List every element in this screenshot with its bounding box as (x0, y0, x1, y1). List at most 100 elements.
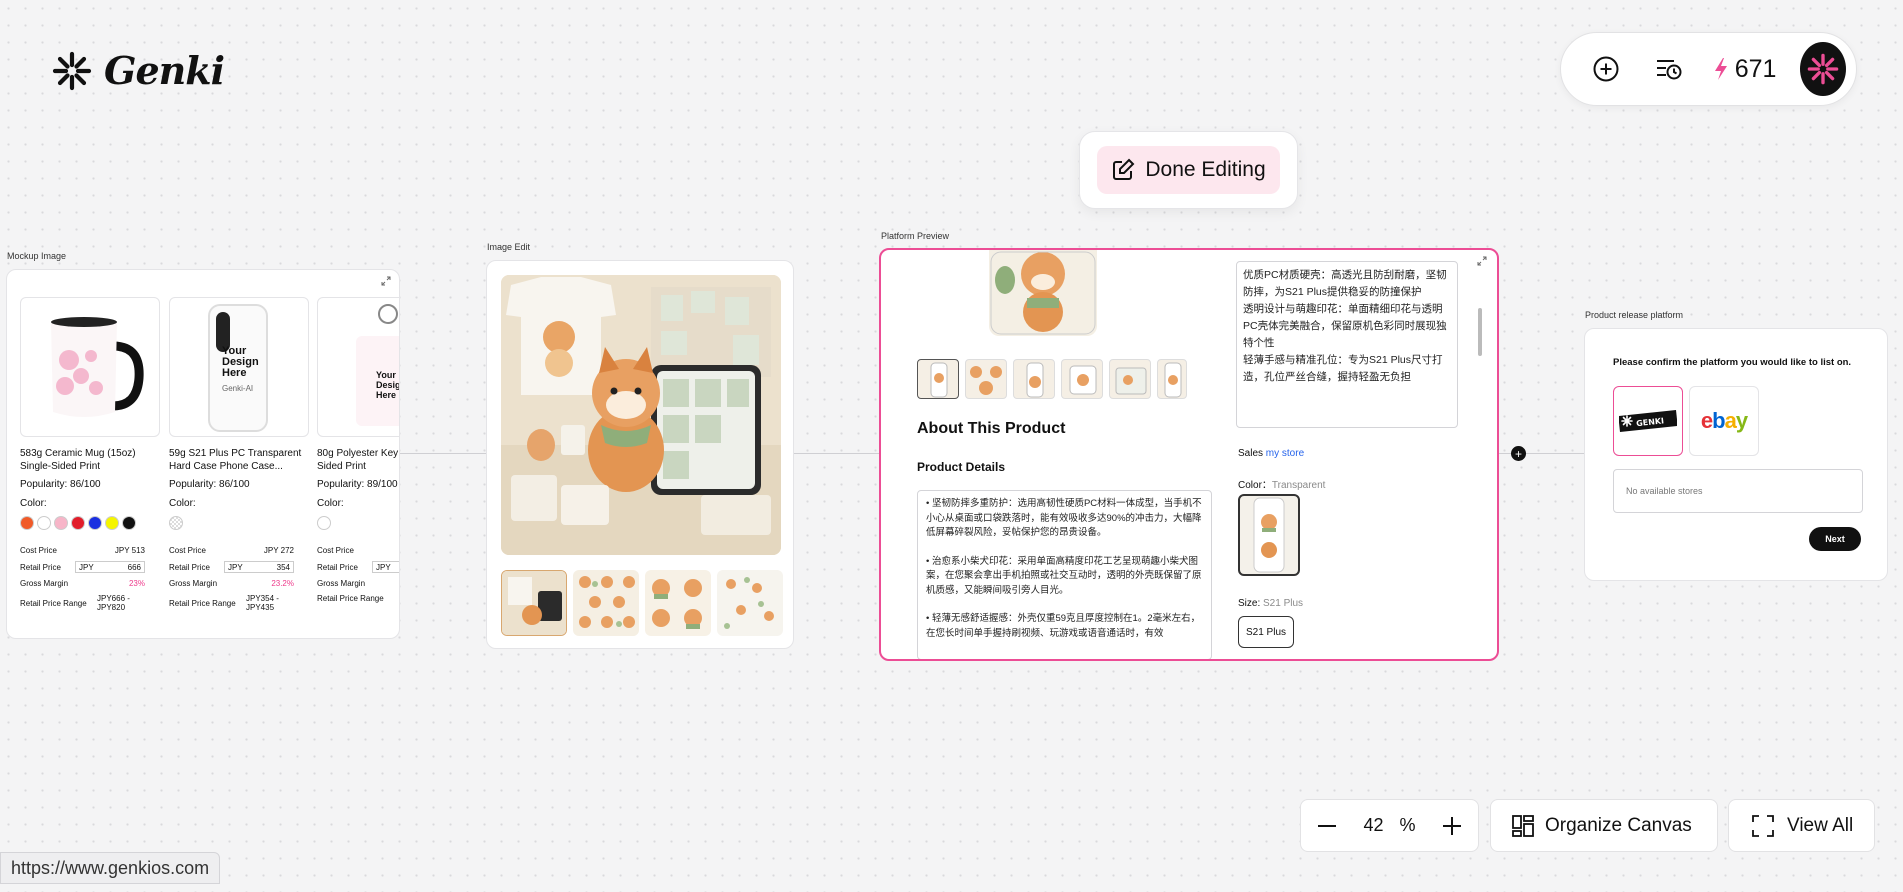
product-details-textarea[interactable]: • 坚韧防摔多重防护：选用高韧性硬质PC材料一体成型，当手机不小心从桌面或口袋跌… (917, 490, 1212, 659)
lightning-icon (1714, 58, 1727, 80)
product-image-keychain: Your Design Here (317, 297, 399, 437)
platform-option-genki[interactable]: GENKI (1613, 386, 1683, 456)
color-swatch[interactable] (122, 516, 136, 530)
minus-icon (1318, 824, 1336, 827)
product-card-phone-case[interactable]: Your Design Here Genki-AI 59g S21 Plus P… (169, 297, 309, 612)
size-option-s21-plus[interactable]: S21 Plus (1238, 616, 1294, 648)
app-logo[interactable]: Genki (52, 48, 225, 93)
product-card-keychain[interactable]: Your Design Here 80g Polyester Key Singl… (317, 297, 399, 603)
store-select[interactable]: No available stores (1613, 469, 1863, 513)
color-swatch[interactable] (54, 516, 68, 530)
retail-range-row: Retail Price Range (317, 594, 384, 603)
image-thumbnail-1[interactable] (501, 570, 567, 636)
status-bar-url: https://www.genkios.com (0, 852, 221, 884)
add-button[interactable] (1587, 46, 1626, 92)
preview-thumbnail-6[interactable] (1157, 359, 1187, 399)
genki-burst-icon (1807, 53, 1839, 85)
product-card-mug[interactable]: 583g Ceramic Mug (15oz) Single-Sided Pri… (20, 297, 160, 612)
product-name: 80g Polyester Key Single-Sided Print (317, 448, 399, 472)
retail-price-input[interactable]: JPY 666 (75, 561, 145, 573)
product-details-title: Product Details (917, 460, 1006, 474)
app-name: Genki (104, 48, 225, 93)
plus-icon (1442, 816, 1461, 835)
history-icon (1657, 60, 1682, 80)
gross-margin-row: Gross Margin 23.2% (169, 579, 294, 588)
done-editing-panel: Done Editing (1079, 131, 1298, 209)
view-all-button[interactable]: View All (1728, 799, 1875, 852)
color-swatch[interactable] (37, 516, 51, 530)
about-product-title: About This Product (917, 420, 1066, 437)
product-popularity: Popularity: 86/100 (169, 479, 250, 490)
expand-icon[interactable] (1477, 256, 1487, 266)
generated-image[interactable] (501, 275, 781, 555)
retail-price-row: Retail Price JPY (317, 561, 399, 573)
retail-price-input[interactable]: JPY 354 (224, 561, 294, 573)
description-line: 轻薄手感与精准孔位：专为S21 Plus尺寸打造，孔位严丝合缝，握持轻盈无负担 (1243, 354, 1443, 383)
product-image-phone-case: Your Design Here Genki-AI (169, 297, 309, 437)
release-platform-card: Please confirm the platform you would li… (1584, 328, 1888, 581)
main-product-image (989, 250, 1097, 336)
image-edit-card (486, 260, 794, 649)
zoom-value[interactable]: 42 (1363, 815, 1383, 836)
color-swatch[interactable] (105, 516, 119, 530)
preview-thumbnail-1[interactable] (917, 359, 959, 399)
edit-icon (1113, 158, 1135, 180)
image-thumbnail-3[interactable] (645, 570, 711, 636)
done-editing-label: Done Editing (1145, 158, 1266, 181)
fit-screen-icon (1752, 814, 1774, 837)
expand-icon[interactable] (381, 276, 391, 286)
swatch-white[interactable] (317, 516, 331, 530)
mockup-image-card: 583g Ceramic Mug (15oz) Single-Sided Pri… (6, 269, 400, 639)
image-thumbnail-4[interactable] (717, 570, 783, 636)
preview-thumbnail-4[interactable] (1061, 359, 1103, 399)
node-label-platform-preview: Platform Preview (881, 231, 950, 241)
organize-canvas-label: Organize Canvas (1545, 814, 1692, 836)
product-name: 59g S21 Plus PC Transparent Hard Case Ph… (169, 448, 302, 472)
my-store-link[interactable]: my store (1266, 448, 1304, 459)
node-label-release: Product release platform (1585, 310, 1684, 320)
genki-burst-icon (52, 51, 92, 90)
history-button[interactable] (1650, 46, 1689, 92)
retail-range-row: Retail Price Range JPY666 - JPY820 (20, 594, 130, 612)
product-description-textarea[interactable]: 优质PC材质硬壳：高透光且防刮耐磨，坚韧防摔，为S21 Plus提供稳妥的防撞保… (1236, 261, 1458, 428)
color-swatches (20, 516, 160, 530)
done-editing-button[interactable]: Done Editing (1097, 146, 1280, 194)
description-line: 透明设计与萌趣印花：单面精细印花与透明PC壳体完美融合，保留原机色彩同时展现独特… (1243, 303, 1447, 349)
connector (400, 453, 486, 454)
zoom-out-button[interactable] (1313, 812, 1341, 840)
zoom-in-button[interactable] (1438, 812, 1466, 840)
color-swatch[interactable] (20, 516, 34, 530)
preview-thumbnail-5[interactable] (1109, 359, 1151, 399)
sales-channel: Sales my store (1238, 448, 1305, 459)
color-option-transparent[interactable] (1238, 494, 1300, 576)
color-swatch[interactable] (88, 516, 102, 530)
retail-range-row: Retail Price Range JPY354 - JPY435 (169, 594, 279, 612)
add-node-button[interactable]: + (1511, 446, 1526, 461)
platform-option-ebay[interactable]: ebay (1689, 386, 1759, 456)
ebay-logo: ebay (1700, 408, 1748, 433)
avatar[interactable] (1800, 42, 1846, 96)
organize-canvas-button[interactable]: Organize Canvas (1490, 799, 1718, 852)
scrollbar[interactable] (1478, 308, 1482, 356)
product-popularity: Popularity: 86/100 (20, 479, 101, 490)
next-button[interactable]: Next (1809, 527, 1861, 551)
release-prompt: Please confirm the platform you would li… (1613, 357, 1852, 368)
product-popularity: Popularity: 89/100 (317, 479, 398, 490)
image-thumbnail-2[interactable] (573, 570, 639, 636)
cost-price-row: Cost Price JPY 272 (169, 546, 294, 555)
color-swatch[interactable] (71, 516, 85, 530)
product-image-mug (20, 297, 160, 437)
color-label: Color：Transparent (1238, 480, 1326, 491)
swatch-transparent[interactable] (169, 516, 183, 530)
gross-margin-row: Gross Margin 23% (20, 579, 145, 588)
size-label: Size: S21 Plus (1238, 598, 1304, 609)
retail-price-row: Retail Price JPY 666 (20, 561, 145, 573)
connector (794, 453, 879, 454)
preview-thumbnail-2[interactable] (965, 359, 1007, 399)
retail-price-input[interactable]: JPY (372, 561, 399, 573)
cost-price-row: Cost Price (317, 546, 354, 555)
credits-display[interactable]: 671 (1713, 55, 1776, 84)
zoom-unit: % (1399, 815, 1416, 835)
cost-price-row: Cost Price JPY 513 (20, 546, 145, 555)
preview-thumbnail-3[interactable] (1013, 359, 1055, 399)
